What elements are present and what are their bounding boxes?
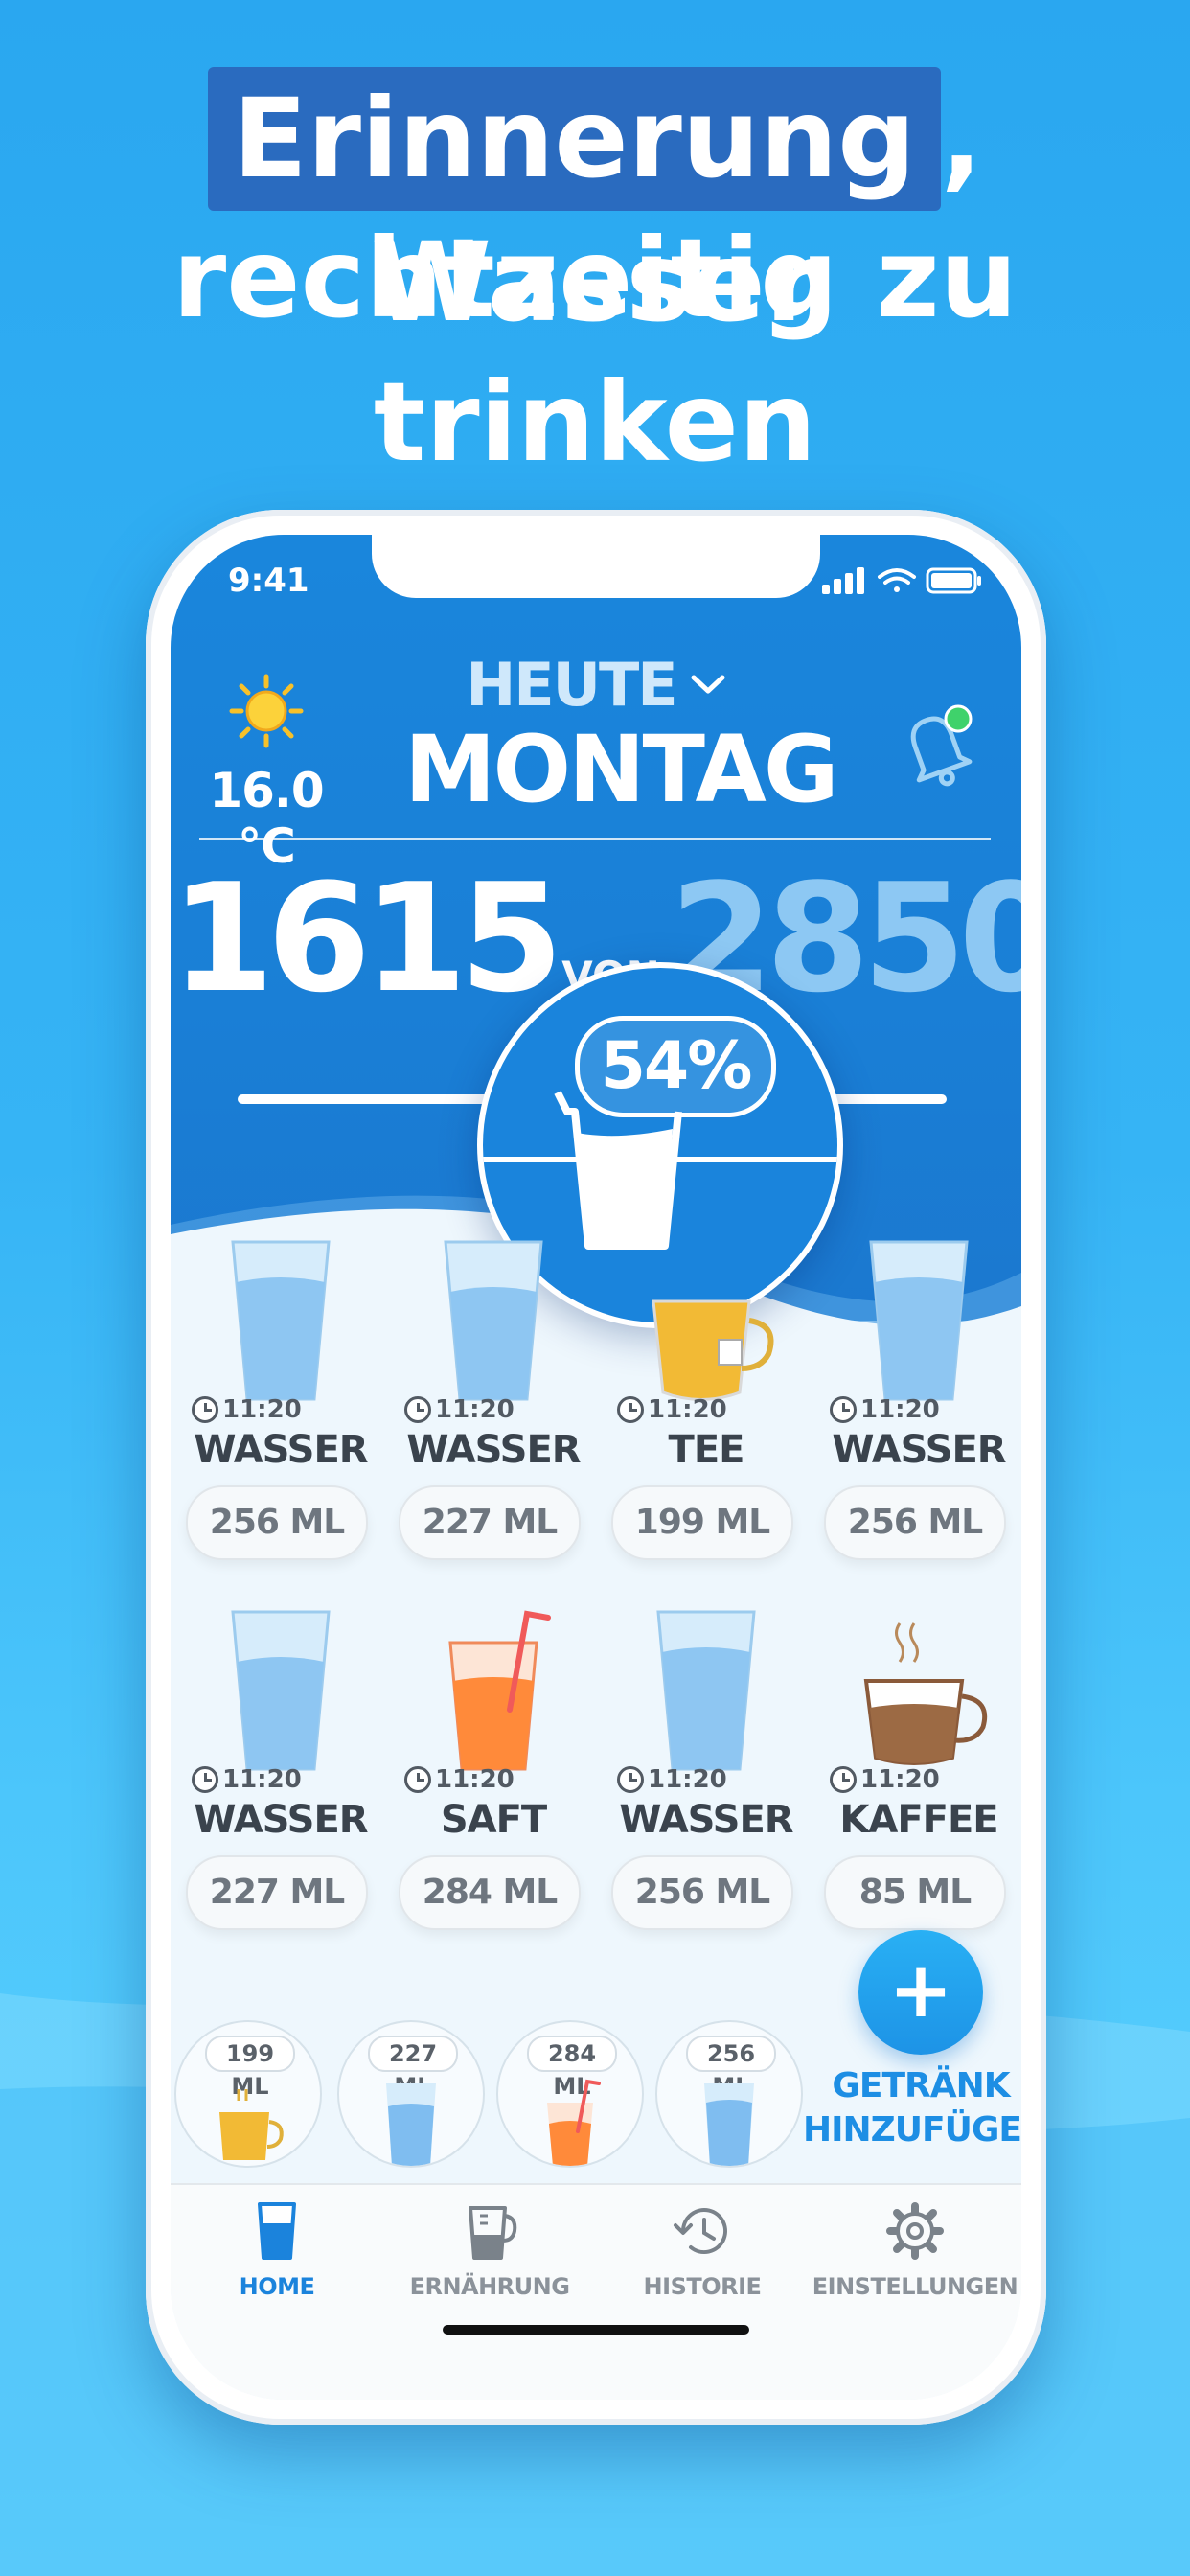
drink-amount[interactable]: 227 ML <box>399 1485 581 1560</box>
tab-label: HOME <box>239 2273 315 2300</box>
history-icon <box>674 2208 727 2255</box>
status-time: 9:41 <box>228 562 309 600</box>
signal-icon <box>822 567 864 594</box>
drink-time: 11:20 <box>648 1765 727 1794</box>
day-selector[interactable]: HEUTE MONTAG <box>404 650 839 823</box>
drink-name: WASSER <box>194 1428 368 1472</box>
drink-item[interactable]: 11:20 WASSER 256 ML <box>606 1604 807 1930</box>
add-drink-button[interactable]: + <box>858 1930 983 2055</box>
gear-icon <box>886 2202 944 2260</box>
drink-amount[interactable]: 227 ML <box>186 1855 368 1930</box>
clock-icon <box>192 1396 218 1423</box>
tea-cup-icon <box>219 2089 284 2160</box>
water-glass-icon <box>386 2083 436 2166</box>
drink-amount[interactable]: 256 ML <box>824 1485 1006 1560</box>
add-drink-label-line1: GETRÄNK <box>832 2066 1010 2105</box>
water-glass-icon <box>231 1610 331 1771</box>
drink-item[interactable]: 11:20 WASSER 227 ML <box>393 1234 594 1560</box>
drink-item[interactable]: 11:20 WASSER 227 ML <box>180 1604 381 1930</box>
water-glass-icon <box>869 1240 969 1401</box>
drink-item[interactable]: 11:20 SAFT 284 ML <box>393 1604 594 1930</box>
add-drink-label-line2: HINZUFÜGEN <box>803 2110 1021 2150</box>
sun-icon <box>229 674 304 748</box>
clock-icon <box>617 1766 644 1793</box>
tab-bar: HOME ERNÄHRUNG HISTORIE EINSTELLUNGEN <box>171 2183 1021 2400</box>
tab-home[interactable]: HOME <box>171 2200 383 2300</box>
status-icons <box>822 567 981 594</box>
glass-icon <box>258 2202 296 2260</box>
clock-icon <box>830 1766 857 1793</box>
drink-item[interactable]: 11:20 WASSER 256 ML <box>180 1234 381 1560</box>
clock-icon <box>192 1766 218 1793</box>
quick-add-amount: 227 ML <box>368 2036 458 2100</box>
drink-item[interactable]: 11:20 KAFFEE 85 ML <box>818 1604 1019 1930</box>
drink-name: SAFT <box>440 1798 547 1842</box>
drink-amount[interactable]: 256 ML <box>611 1855 793 1930</box>
water-glass-icon <box>704 2083 754 2166</box>
clock-icon <box>404 1396 431 1423</box>
tab-ernaehrung[interactable]: ERNÄHRUNG <box>383 2200 596 2300</box>
clock-icon <box>830 1396 857 1423</box>
drink-name: WASSER <box>619 1798 793 1842</box>
tab-label: HISTORIE <box>643 2273 762 2300</box>
tea-cup-icon <box>652 1300 774 1401</box>
quick-add-item[interactable]: 227 ML <box>337 2020 485 2168</box>
juice-glass-icon <box>448 1610 551 1771</box>
drink-name: WASSER <box>832 1428 1006 1472</box>
drink-time: 11:20 <box>435 1395 515 1424</box>
drink-name: WASSER <box>194 1798 368 1842</box>
juice-glass-icon <box>547 2079 601 2166</box>
drink-item[interactable]: 11:20 WASSER 256 ML <box>818 1234 1019 1560</box>
bell-icon[interactable] <box>887 698 983 794</box>
quick-add-amount: 256 ML <box>686 2036 776 2100</box>
water-glass-icon <box>444 1240 543 1401</box>
home-indicator <box>443 2325 749 2334</box>
header-divider <box>199 838 991 840</box>
app-screen: 9:41 16.0 °C HEUTE MONTAG 1615 2850 54% … <box>171 535 1021 2400</box>
battery-icon <box>926 567 981 594</box>
tab-historie[interactable]: HISTORIE <box>596 2200 809 2300</box>
drink-amount[interactable]: 199 ML <box>611 1485 793 1560</box>
drink-name: TEE <box>668 1428 745 1472</box>
tab-label: EINSTELLUNGEN <box>812 2273 1018 2300</box>
drink-amount[interactable]: 85 ML <box>824 1855 1006 1930</box>
quick-add-item[interactable]: 284 ML <box>496 2020 644 2168</box>
water-glass-icon <box>656 1610 756 1771</box>
day-name: MONTAG <box>404 716 839 823</box>
tab-label: ERNÄHRUNG <box>409 2273 570 2300</box>
clock-icon <box>617 1396 644 1423</box>
drink-time: 11:20 <box>648 1395 727 1424</box>
water-glass-icon <box>231 1240 331 1401</box>
headline: Erinnerung, Wasser rechtzeitig zu trinke… <box>0 67 1190 494</box>
quick-add-item[interactable]: 199 ML <box>174 2020 322 2168</box>
headline-highlight: Erinnerung <box>207 67 941 211</box>
drink-name: WASSER <box>406 1428 581 1472</box>
wifi-icon <box>878 568 916 592</box>
drink-time: 11:20 <box>860 1765 940 1794</box>
add-drink-label[interactable]: GETRÄNK HINZUFÜGEN <box>803 2064 1021 2152</box>
phone-frame: 9:41 16.0 °C HEUTE MONTAG 1615 2850 54% … <box>146 510 1046 2425</box>
chevron-down-icon <box>691 675 725 693</box>
clock-icon <box>404 1766 431 1793</box>
day-selector-label: HEUTE <box>466 650 677 720</box>
drink-time: 11:20 <box>222 1395 302 1424</box>
drink-time: 11:20 <box>860 1395 940 1424</box>
measuring-jug-icon <box>469 2206 517 2260</box>
drink-name: KAFFEE <box>839 1798 998 1842</box>
weather-widget[interactable]: 16.0 °C <box>199 673 333 874</box>
tab-einstellungen[interactable]: EINSTELLUNGEN <box>809 2200 1021 2300</box>
drink-amount[interactable]: 256 ML <box>186 1485 368 1560</box>
quick-add-item[interactable]: 256 ML <box>655 2020 803 2168</box>
quick-add-amount: 199 ML <box>205 2036 295 2100</box>
drink-item[interactable]: 11:20 TEE 199 ML <box>606 1234 807 1560</box>
drink-time: 11:20 <box>222 1765 302 1794</box>
coffee-cup-icon <box>863 1622 988 1765</box>
notch <box>372 535 820 598</box>
quick-add-amount: 284 ML <box>527 2036 617 2100</box>
progress-percent: 54% <box>575 1016 776 1117</box>
drink-amount[interactable]: 284 ML <box>399 1855 581 1930</box>
drink-time: 11:20 <box>435 1765 515 1794</box>
